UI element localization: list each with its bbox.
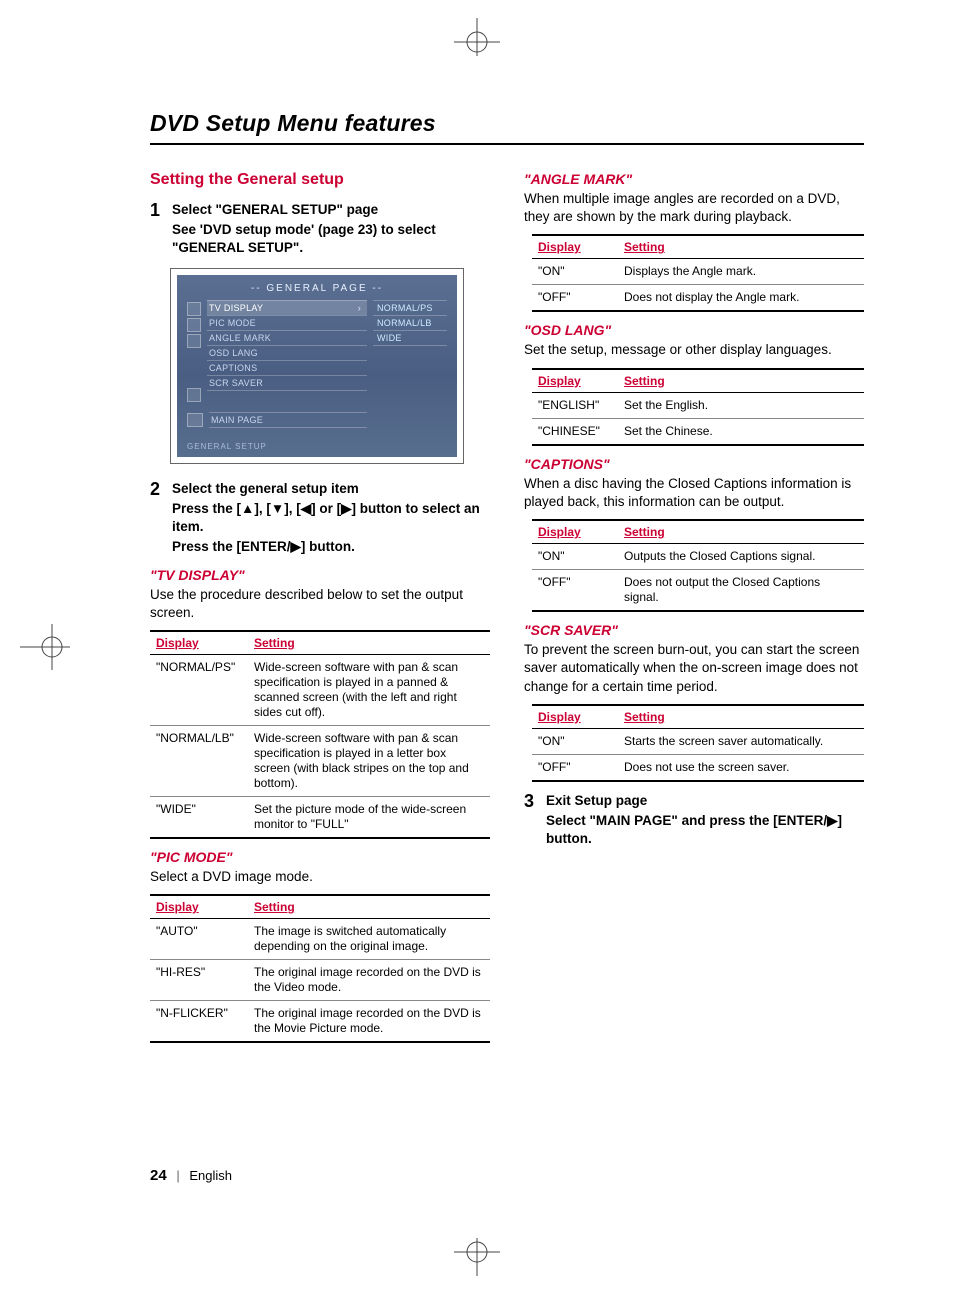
feature-desc: Use the procedure described below to set… [150, 586, 490, 622]
feature-heading-tv-display: "TV DISPLAY" [150, 567, 490, 583]
feature-heading-scr-saver: "SCR SAVER" [524, 622, 864, 638]
osd-icon [187, 388, 201, 402]
step-detail: Press the [ENTER/▶] button. [172, 538, 490, 556]
osd-item: SCR SAVER [207, 375, 367, 391]
step-detail: Press the [▲], [▼], [◀] or [▶] button to… [172, 500, 490, 536]
table-captions: Display Setting "ON"Outputs the Closed C… [532, 519, 864, 612]
step-lead: Exit Setup page [546, 792, 864, 810]
table-row: "OFF"Does not use the screen saver. [532, 754, 864, 781]
page-number: 24 [150, 1167, 167, 1184]
table-row: "N-FLICKER"The original image recorded o… [150, 1001, 490, 1043]
table-tv-display: Display Setting "NORMAL/PS"Wide-screen s… [150, 630, 490, 839]
registration-mark-left [20, 616, 70, 678]
table-row: "CHINESE"Set the Chinese. [532, 418, 864, 445]
table-row: "ENGLISH"Set the English. [532, 392, 864, 418]
table-header-setting: Setting [248, 895, 490, 919]
page-footer: 24 | English [150, 1167, 232, 1184]
table-row: "HI-RES"The original image recorded on t… [150, 960, 490, 1001]
table-header-setting: Setting [618, 520, 864, 544]
table-row: "AUTO"The image is switched automaticall… [150, 919, 490, 960]
osd-subitem: NORMAL/LB [373, 315, 447, 330]
feature-heading-pic-mode: "PIC MODE" [150, 849, 490, 865]
step-1: 1 Select "GENERAL SETUP" page See 'DVD s… [150, 201, 490, 258]
osd-item: OSD LANG [207, 345, 367, 360]
table-row: "NORMAL/LB"Wide-screen software with pan… [150, 725, 490, 796]
osd-main-page: MAIN PAGE [209, 412, 367, 428]
osd-icon [187, 334, 201, 348]
osd-bottom-label: GENERAL SETUP [187, 442, 267, 451]
osd-item: CAPTIONS [207, 360, 367, 375]
osd-icon [187, 318, 201, 332]
osd-submenu: NORMAL/PS NORMAL/LB WIDE [373, 300, 447, 402]
osd-screenshot: -- GENERAL PAGE -- TV DISPLAY› PIC MODE [170, 268, 464, 464]
osd-icon [187, 302, 201, 316]
step-detail: See 'DVD setup mode' (page 23) to select… [172, 221, 490, 257]
table-row: "ON"Outputs the Closed Captions signal. [532, 544, 864, 570]
feature-heading-osd-lang: "OSD LANG" [524, 322, 864, 338]
osd-item: ANGLE MARK [207, 330, 367, 345]
osd-subitem: WIDE [373, 330, 447, 346]
osd-menu: TV DISPLAY› PIC MODE ANGLE MARK OSD LANG… [207, 300, 367, 402]
osd-subitem: NORMAL/PS [373, 300, 447, 315]
table-header-setting: Setting [618, 369, 864, 393]
step-number: 1 [150, 201, 164, 258]
osd-icon-column [187, 300, 201, 402]
title-rule [150, 143, 864, 145]
table-angle-mark: Display Setting "ON"Displays the Angle m… [532, 234, 864, 312]
table-header-display: Display [532, 369, 618, 393]
table-row: "OFF"Does not output the Closed Captions… [532, 570, 864, 612]
table-row: "NORMAL/PS"Wide-screen software with pan… [150, 654, 490, 725]
table-row: "ON"Displays the Angle mark. [532, 259, 864, 285]
table-row: "OFF"Does not display the Angle mark. [532, 285, 864, 312]
step-number: 3 [524, 792, 538, 849]
step-2: 2 Select the general setup item Press th… [150, 480, 490, 557]
osd-item-selected: TV DISPLAY› [207, 300, 367, 315]
page-title: DVD Setup Menu features [150, 110, 864, 137]
osd-title: -- GENERAL PAGE -- [183, 283, 451, 294]
table-header-setting: Setting [618, 705, 864, 729]
registration-mark-bottom [446, 1238, 508, 1276]
table-osd-lang: Display Setting "ENGLISH"Set the English… [532, 368, 864, 446]
page: DVD Setup Menu features Setting the Gene… [0, 0, 954, 1294]
step-lead: Select "GENERAL SETUP" page [172, 201, 490, 219]
step-detail: Select "MAIN PAGE" and press the [ENTER/… [546, 812, 864, 848]
feature-desc: Select a DVD image mode. [150, 868, 490, 886]
feature-heading-captions: "CAPTIONS" [524, 456, 864, 472]
table-header-display: Display [150, 631, 248, 655]
table-row: "ON"Starts the screen saver automaticall… [532, 728, 864, 754]
step-3: 3 Exit Setup page Select "MAIN PAGE" and… [524, 792, 864, 849]
table-pic-mode: Display Setting "AUTO"The image is switc… [150, 894, 490, 1043]
section-heading: Setting the General setup [150, 171, 490, 189]
table-header-display: Display [532, 520, 618, 544]
table-header-display: Display [532, 235, 618, 259]
table-scr-saver: Display Setting "ON"Starts the screen sa… [532, 704, 864, 782]
feature-heading-angle-mark: "ANGLE MARK" [524, 171, 864, 187]
feature-desc: When a disc having the Closed Captions i… [524, 475, 864, 511]
table-row: "WIDE"Set the picture mode of the wide-s… [150, 796, 490, 838]
table-header-setting: Setting [248, 631, 490, 655]
osd-icon [187, 413, 203, 427]
feature-desc: When multiple image angles are recorded … [524, 190, 864, 226]
osd-item: PIC MODE [207, 315, 367, 330]
table-header-display: Display [532, 705, 618, 729]
step-number: 2 [150, 480, 164, 557]
registration-mark-top [446, 18, 508, 56]
table-header-display: Display [150, 895, 248, 919]
feature-desc: To prevent the screen burn-out, you can … [524, 641, 864, 696]
table-header-setting: Setting [618, 235, 864, 259]
left-column: Setting the General setup 1 Select "GENE… [150, 171, 490, 1051]
page-language: English [189, 1168, 232, 1183]
right-column: "ANGLE MARK" When multiple image angles … [524, 171, 864, 1051]
step-lead: Select the general setup item [172, 480, 490, 498]
feature-desc: Set the setup, message or other display … [524, 341, 864, 359]
